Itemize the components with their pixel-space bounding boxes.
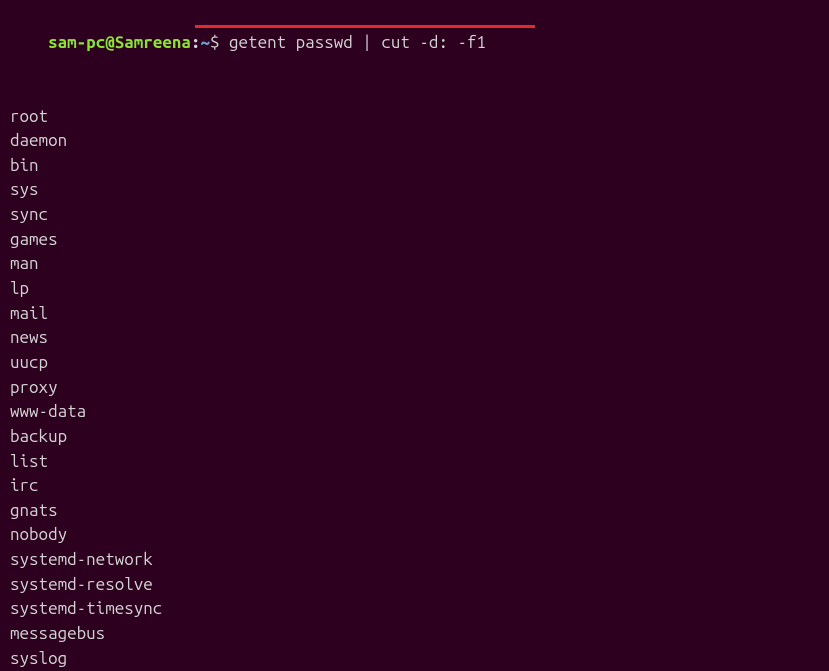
highlight-underline bbox=[195, 25, 535, 28]
prompt-user-host: sam-pc@Samreena bbox=[48, 33, 191, 52]
prompt-line: sam-pc@Samreena:~$ getent passwd | cut -… bbox=[10, 6, 819, 105]
command-text: getent passwd | cut -d: -f1 bbox=[229, 33, 486, 52]
output-line: uucp bbox=[10, 351, 819, 376]
output-line: proxy bbox=[10, 376, 819, 401]
output-line: messagebus bbox=[10, 622, 819, 647]
output-line: backup bbox=[10, 425, 819, 450]
command-output: rootdaemonbinsyssyncgamesmanlpmailnewsuu… bbox=[10, 105, 819, 671]
terminal-window[interactable]: sam-pc@Samreena:~$ getent passwd | cut -… bbox=[10, 6, 819, 671]
output-line: nobody bbox=[10, 523, 819, 548]
output-line: irc bbox=[10, 474, 819, 499]
prompt-path: ~ bbox=[200, 33, 210, 52]
output-line: syslog bbox=[10, 647, 819, 671]
output-line: bin bbox=[10, 154, 819, 179]
output-line: systemd-network bbox=[10, 548, 819, 573]
output-line: mail bbox=[10, 302, 819, 327]
output-line: www-data bbox=[10, 400, 819, 425]
output-line: sys bbox=[10, 178, 819, 203]
output-line: systemd-timesync bbox=[10, 597, 819, 622]
output-line: gnats bbox=[10, 499, 819, 524]
output-line: root bbox=[10, 105, 819, 130]
output-line: systemd-resolve bbox=[10, 573, 819, 598]
prompt-separator: : bbox=[191, 33, 201, 52]
output-line: sync bbox=[10, 203, 819, 228]
output-line: list bbox=[10, 450, 819, 475]
output-line: man bbox=[10, 252, 819, 277]
output-line: lp bbox=[10, 277, 819, 302]
output-line: games bbox=[10, 228, 819, 253]
output-line: daemon bbox=[10, 129, 819, 154]
output-line: news bbox=[10, 326, 819, 351]
prompt-symbol: $ bbox=[210, 33, 229, 52]
